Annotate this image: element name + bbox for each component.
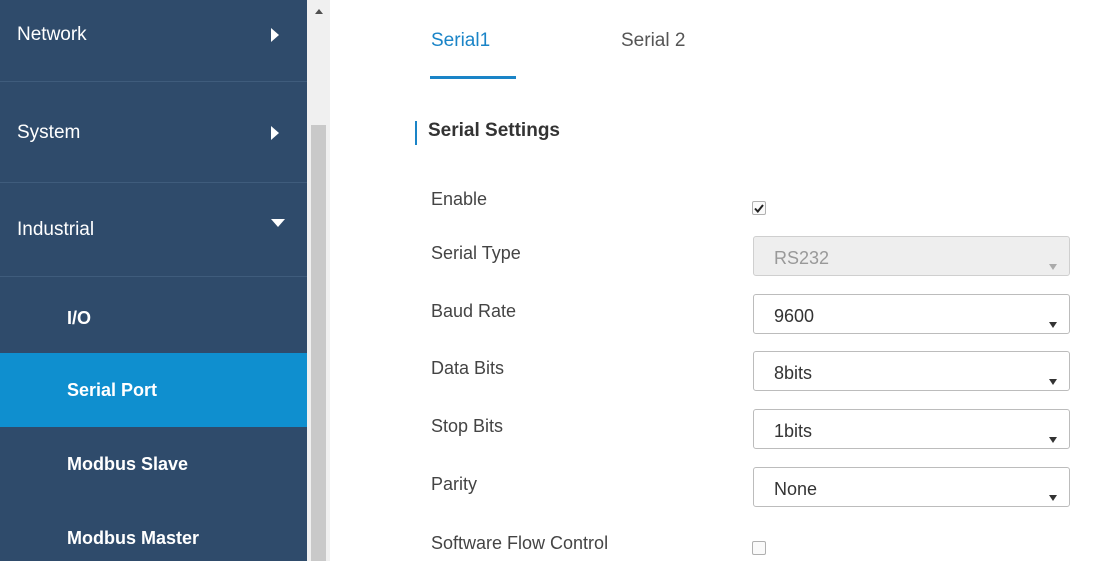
tab-serial2[interactable]: Serial 2: [621, 30, 685, 52]
baud-rate-label: Baud Rate: [431, 301, 517, 321]
sidebar-item-modbus-master[interactable]: Modbus Master: [0, 501, 307, 575]
sidebar: Network System Industrial I/O Serial Por…: [0, 0, 307, 561]
sidebar-item-io[interactable]: I/O: [0, 281, 307, 355]
dropdown-caret-icon: [1049, 369, 1057, 390]
sidebar-item-label: Modbus Slave: [67, 453, 189, 474]
stop-bits-label: Stop Bits: [431, 416, 504, 436]
sidebar-item-serial-port[interactable]: Serial Port: [0, 353, 307, 427]
checkmark-icon: [754, 203, 764, 213]
parity-value: None: [774, 479, 818, 499]
sidebar-item-label: System: [17, 121, 81, 143]
sidebar-scrollbar[interactable]: [307, 0, 330, 561]
sidebar-item-label: Industrial: [17, 218, 95, 240]
sidebar-item-industrial[interactable]: Industrial: [0, 183, 307, 276]
software-flow-control-checkbox[interactable]: [752, 541, 766, 555]
stop-bits-select[interactable]: 1bits: [753, 409, 1070, 449]
data-bits-select[interactable]: 8bits: [753, 351, 1070, 391]
parity-label: Parity: [431, 474, 478, 494]
chevron-right-icon: [271, 123, 307, 143]
dropdown-caret-icon: [1049, 427, 1057, 448]
section-title: Serial Settings: [428, 120, 560, 141]
sidebar-item-modbus-slave[interactable]: Modbus Slave: [0, 427, 307, 501]
serial-type-label: Serial Type: [431, 243, 521, 263]
divider: [0, 81, 307, 82]
divider: [0, 276, 307, 277]
chevron-right-icon: [271, 25, 307, 45]
enable-checkbox[interactable]: [752, 201, 766, 215]
sidebar-item-label: Modbus Master: [67, 527, 200, 548]
stop-bits-value: 1bits: [774, 421, 813, 441]
dropdown-caret-icon: [1049, 312, 1057, 333]
dropdown-caret-icon: [1049, 485, 1057, 506]
sidebar-item-system[interactable]: System: [0, 86, 307, 179]
section-accent-bar: [415, 121, 417, 145]
scroll-up-arrow-icon[interactable]: [307, 0, 330, 23]
chevron-down-icon: [271, 213, 307, 233]
data-bits-value: 8bits: [774, 363, 813, 383]
baud-rate-value: 9600: [774, 306, 815, 326]
serial-type-select[interactable]: RS232: [753, 236, 1070, 276]
software-flow-control-label: Software Flow Control: [431, 533, 609, 553]
sidebar-item-label: Serial Port: [67, 379, 158, 400]
baud-rate-select[interactable]: 9600: [753, 294, 1070, 334]
dropdown-caret-icon: [1049, 254, 1057, 275]
enable-label: Enable: [431, 189, 488, 209]
scrollbar-thumb[interactable]: [311, 125, 326, 561]
active-tab-indicator: [430, 76, 516, 79]
serial-type-value: RS232: [774, 248, 830, 268]
sidebar-item-label: Network: [17, 23, 87, 45]
parity-select[interactable]: None: [753, 467, 1070, 507]
data-bits-label: Data Bits: [431, 358, 505, 378]
tab-serial1[interactable]: Serial1: [431, 30, 490, 52]
sidebar-item-network[interactable]: Network: [0, 0, 307, 81]
sidebar-item-label: I/O: [67, 307, 92, 328]
